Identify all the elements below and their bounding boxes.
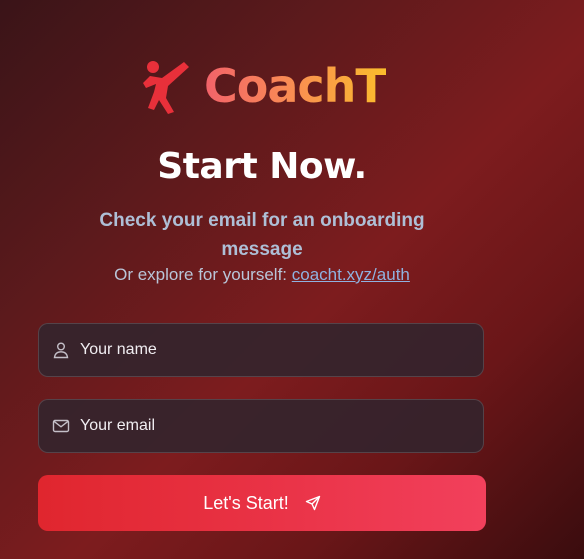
subtitle: Check your email for an onboarding messa… bbox=[99, 210, 425, 260]
mail-icon bbox=[52, 419, 70, 433]
page-title: Start Now. bbox=[157, 146, 367, 187]
martial-arts-kick-icon bbox=[143, 61, 189, 114]
lets-start-label: Let's Start! bbox=[203, 492, 289, 513]
brand-name: CoachT bbox=[204, 59, 387, 113]
brand-logo: CoachT bbox=[140, 58, 387, 114]
explore-line: Or explore for yourself: coacht.xyz/auth bbox=[0, 265, 524, 285]
name-input[interactable] bbox=[80, 341, 483, 359]
email-input[interactable] bbox=[80, 417, 483, 435]
lets-start-button[interactable]: Let's Start! bbox=[38, 475, 486, 531]
send-icon bbox=[305, 495, 320, 511]
name-field[interactable] bbox=[38, 323, 484, 377]
explore-prefix: Or explore for yourself: bbox=[114, 265, 292, 284]
user-icon bbox=[53, 342, 69, 359]
email-field[interactable] bbox=[38, 399, 484, 453]
explore-link[interactable]: coacht.xyz/auth bbox=[292, 265, 410, 284]
